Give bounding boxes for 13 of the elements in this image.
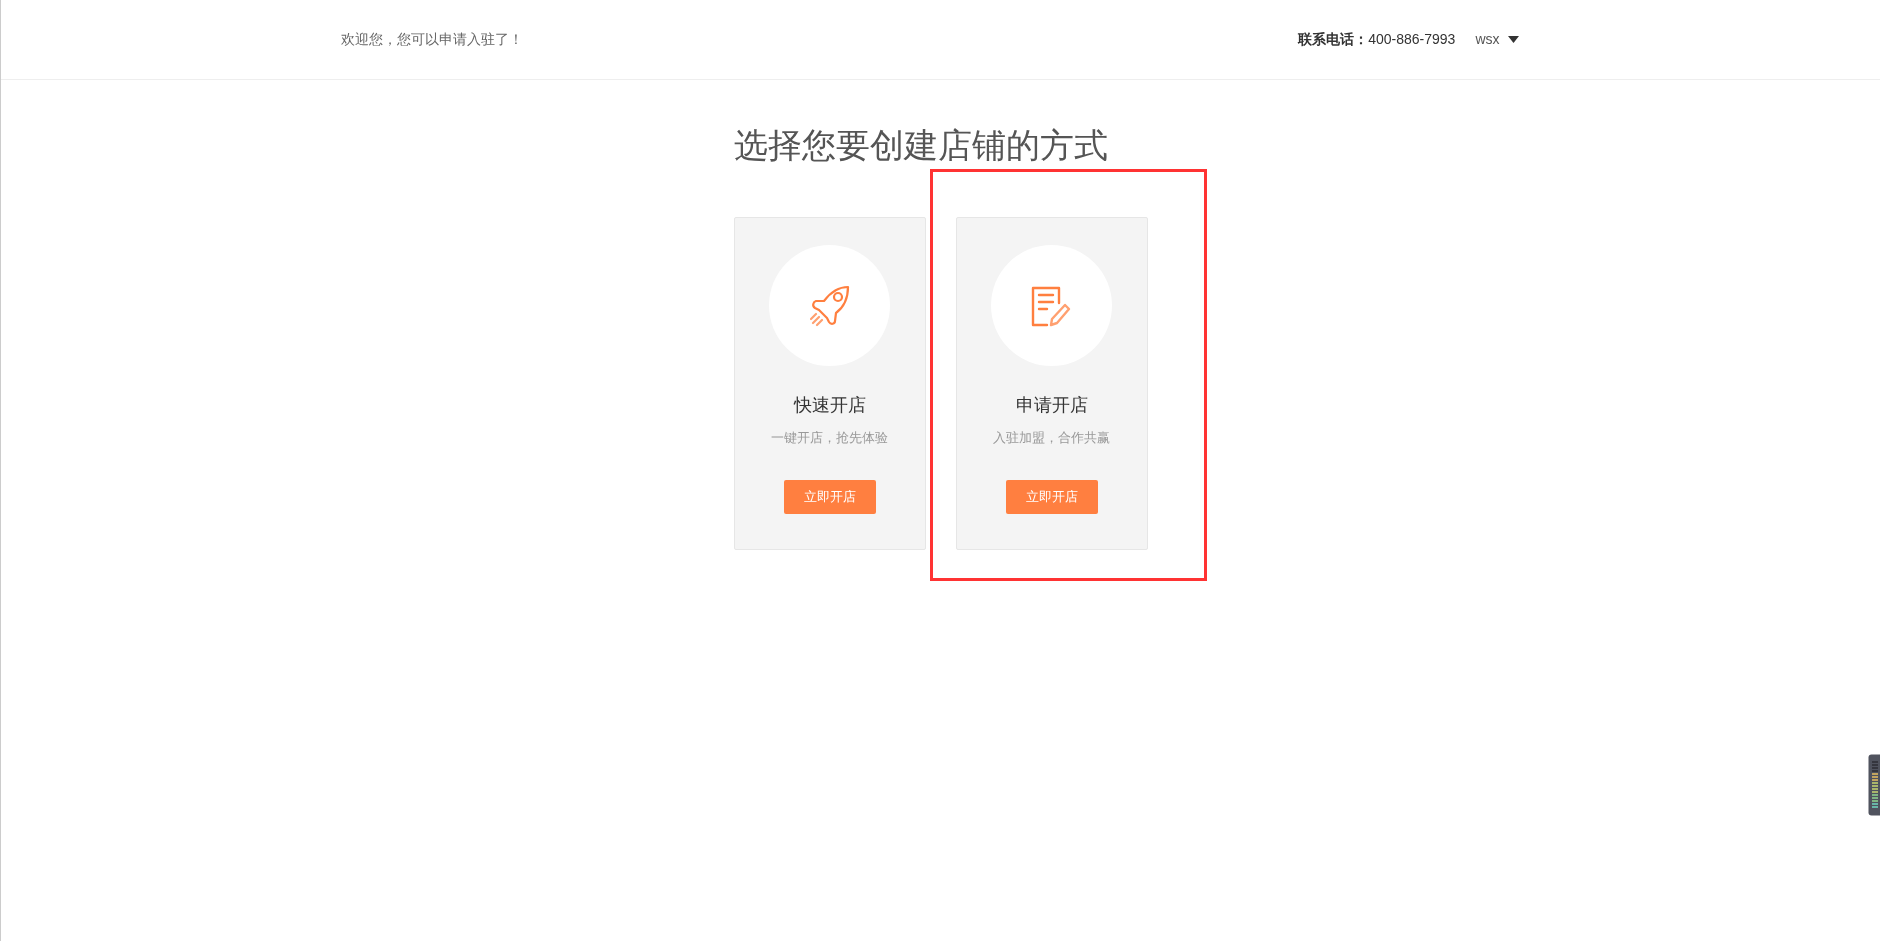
welcome-text: 欢迎您，您可以申请入驻了！ [340,30,523,49]
rocket-icon [809,284,850,327]
user-menu[interactable]: wsx [1475,29,1519,50]
card-title: 申请开店 [1015,394,1088,417]
caret-icon [1507,36,1519,43]
level-meter-widget-drawing[interactable] [1868,754,1880,816]
page-title: 选择您要创建店铺的方式 [733,125,1109,166]
phone-text: 联系电话：400-886-7993 [1298,30,1456,49]
form-edit-icon [1030,284,1073,327]
open-shop-button[interactable]: 立即开店 [1005,480,1098,514]
open-shop-button[interactable]: 立即开店 [783,480,876,514]
card-title: 快速开店 [793,394,866,417]
card-subtitle: 入驻加盟，合作共赢 [993,429,1110,447]
